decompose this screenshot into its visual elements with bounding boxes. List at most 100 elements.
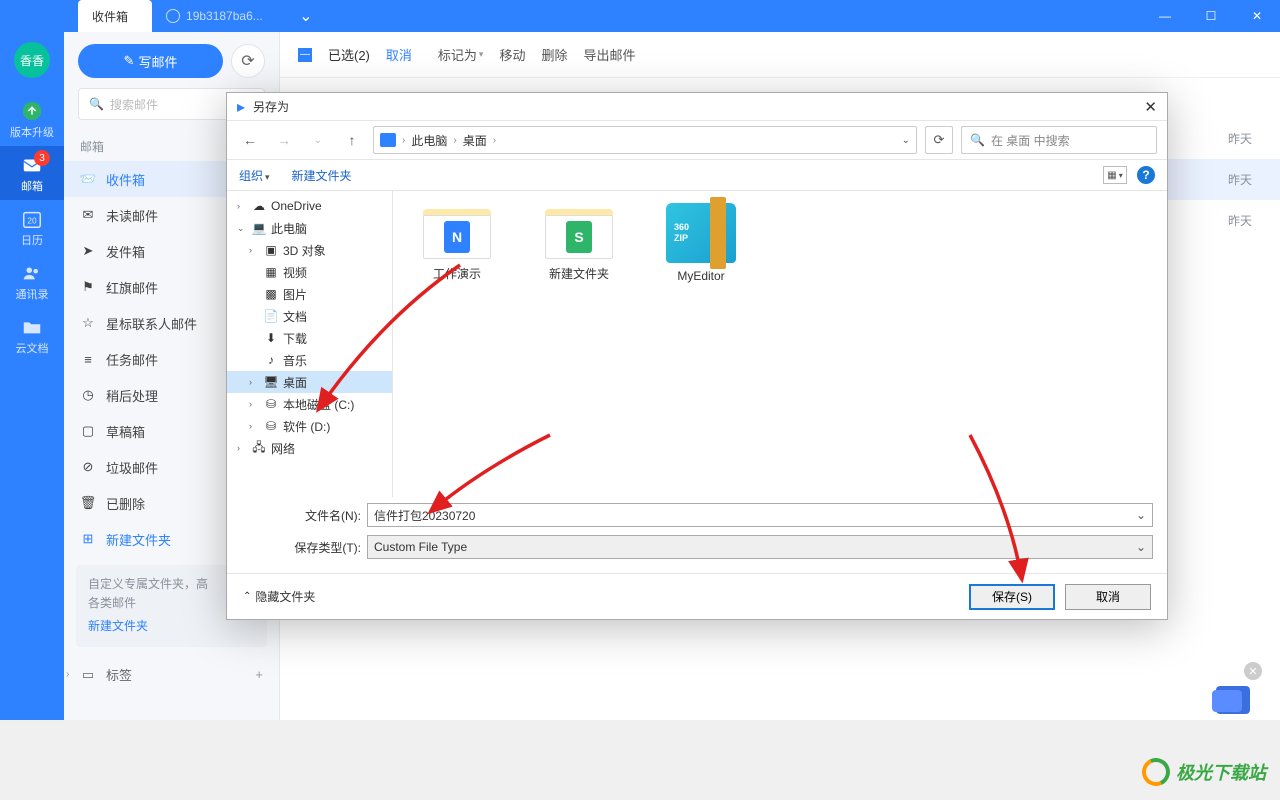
view-mode-button[interactable]: ▦▾ xyxy=(1103,166,1127,184)
chevron-down-icon: ▾ xyxy=(479,49,484,60)
move-button[interactable]: 移动 xyxy=(499,45,525,64)
file-item-工作演示[interactable]: N 工作演示 xyxy=(411,203,503,282)
close-button[interactable]: ✕ xyxy=(1234,0,1280,32)
rail-cloud[interactable]: 云文档 xyxy=(0,308,64,362)
select-all-checkbox[interactable]: — xyxy=(298,48,312,62)
new-folder-button[interactable]: 新建文件夹 xyxy=(292,167,352,184)
contacts-icon xyxy=(21,262,43,284)
dialog-close-button[interactable]: ✕ xyxy=(1144,98,1157,116)
expand-icon[interactable]: ⌄ xyxy=(237,223,247,234)
filename-value: 信件打包20230720 xyxy=(374,507,475,524)
compose-button[interactable]: ✎ 写邮件 xyxy=(78,44,223,78)
folder-label: 稍后处理 xyxy=(106,386,158,405)
tree-icon: ♪ xyxy=(263,353,279,367)
rail-mail[interactable]: 3 邮箱 xyxy=(0,146,64,200)
file-label: 工作演示 xyxy=(433,265,481,282)
folder-icon: S xyxy=(545,203,613,259)
tree-icon: ⬇ xyxy=(263,331,279,345)
save-button[interactable]: 保存(S) xyxy=(969,584,1055,610)
dialog-footer: ⌃隐藏文件夹 保存(S) 取消 xyxy=(227,573,1167,619)
tree-item-OneDrive[interactable]: ›☁OneDrive xyxy=(227,195,392,217)
cancel-button[interactable]: 取消 xyxy=(1065,584,1151,610)
hide-folders-button[interactable]: ⌃隐藏文件夹 xyxy=(243,588,315,605)
tree-item-下载[interactable]: ⬇下载 xyxy=(227,327,392,349)
refresh-button[interactable]: ⟳ xyxy=(231,44,265,78)
export-button[interactable]: 导出邮件 xyxy=(583,45,635,64)
tree-item-文档[interactable]: 📄文档 xyxy=(227,305,392,327)
rail-contacts[interactable]: 通讯录 xyxy=(0,254,64,308)
tree-item-3D 对象[interactable]: ›▣3D 对象 xyxy=(227,239,392,261)
file-label: 新建文件夹 xyxy=(549,265,609,282)
plus-folder-icon: ⊞ xyxy=(80,531,96,547)
tags-row[interactable]: › ▭ 标签 + xyxy=(64,655,279,695)
path-seg[interactable]: 桌面 xyxy=(463,132,487,149)
rail-calendar[interactable]: 20 日历 xyxy=(0,200,64,254)
tree-item-此电脑[interactable]: ⌄💻此电脑 xyxy=(227,217,392,239)
filename-label: 文件名(N): xyxy=(287,507,361,524)
path-seg[interactable]: 此电脑 xyxy=(411,132,447,149)
cancel-select-button[interactable]: 取消 xyxy=(386,45,412,64)
search-placeholder: 搜索邮件 xyxy=(110,96,158,113)
mark-as-button[interactable]: 标记为▾ xyxy=(438,45,484,64)
tree-item-视频[interactable]: ▦视频 xyxy=(227,261,392,283)
dialog-toolbar: 组织▾ 新建文件夹 ▦▾ ? xyxy=(227,159,1167,191)
filename-input[interactable]: 信件打包20230720 xyxy=(367,503,1153,527)
type-select[interactable]: Custom File Type xyxy=(367,535,1153,559)
rail-upgrade[interactable]: 版本升级 xyxy=(0,92,64,146)
expand-icon[interactable]: › xyxy=(249,421,259,431)
hint-link[interactable]: 新建文件夹 xyxy=(88,617,255,636)
expand-icon[interactable]: › xyxy=(237,201,247,211)
folder-icon: N xyxy=(423,203,491,259)
folder-label: 草稿箱 xyxy=(106,422,145,441)
organize-button[interactable]: 组织▾ xyxy=(239,167,270,184)
tree-item-软件 (D:)[interactable]: ›⛁软件 (D:) xyxy=(227,415,392,437)
expand-icon[interactable]: › xyxy=(237,443,247,453)
nav-refresh-button[interactable]: ⟳ xyxy=(925,126,953,154)
folder-label: 垃圾邮件 xyxy=(106,458,158,477)
delete-button[interactable]: 删除 xyxy=(541,45,567,64)
tab-add-button[interactable]: ⌄ xyxy=(293,5,319,27)
dialog-fields: 文件名(N): 信件打包20230720 保存类型(T): Custom Fil… xyxy=(227,497,1167,573)
pencil-icon: ✎ xyxy=(124,53,135,69)
tab-secondary[interactable]: 19b3187ba6... xyxy=(152,0,287,32)
window-controls: — ☐ ✕ xyxy=(1142,0,1280,32)
expand-icon[interactable]: › xyxy=(249,245,259,255)
calendar-icon: 20 xyxy=(21,208,43,230)
file-grid: N 工作演示 S 新建文件夹 360ZIPMyEditor xyxy=(393,191,1167,497)
tree-item-本地磁盘 (C:)[interactable]: ›⛁本地磁盘 (C:) xyxy=(227,393,392,415)
close-bubble-icon[interactable]: ✕ xyxy=(1244,662,1262,680)
expand-icon[interactable]: › xyxy=(249,377,259,387)
tab-inbox[interactable]: 收件箱 xyxy=(78,0,152,32)
nav-search-input[interactable]: 🔍 在 桌面 中搜索 xyxy=(961,126,1157,154)
nav-recent-button[interactable]: ⌄ xyxy=(305,127,331,153)
maximize-button[interactable]: ☐ xyxy=(1188,0,1234,32)
rail-label: 通讯录 xyxy=(16,286,49,302)
nav-forward-button[interactable]: → xyxy=(271,127,297,153)
tree-label: 本地磁盘 (C:) xyxy=(283,396,354,413)
tree-item-音乐[interactable]: ♪音乐 xyxy=(227,349,392,371)
rail-label: 云文档 xyxy=(16,340,49,356)
upgrade-icon xyxy=(21,100,43,122)
help-button[interactable]: ? xyxy=(1137,166,1155,184)
avatar[interactable]: 香香 xyxy=(14,42,50,78)
file-item-新建文件夹[interactable]: S 新建文件夹 xyxy=(533,203,625,282)
nav-back-button[interactable]: ← xyxy=(237,127,263,153)
tree-label: 网络 xyxy=(271,440,295,457)
tree-item-网络[interactable]: ›🖧网络 xyxy=(227,437,392,459)
add-tag-button[interactable]: + xyxy=(255,667,263,682)
caret-icon: › xyxy=(66,669,69,680)
list-icon: ≡ xyxy=(80,352,96,367)
tree-label: 3D 对象 xyxy=(283,242,326,259)
tags-label: 标签 xyxy=(106,665,132,684)
minimize-button[interactable]: — xyxy=(1142,0,1188,32)
tree-item-图片[interactable]: ▩图片 xyxy=(227,283,392,305)
path-dropdown[interactable]: ⌄ xyxy=(902,135,910,146)
path-bar[interactable]: › 此电脑 › 桌面 › ⌄ xyxy=(373,126,917,154)
expand-icon[interactable]: › xyxy=(249,399,259,409)
tree-item-桌面[interactable]: ›🖥桌面 xyxy=(227,371,392,393)
chat-bubble-icon[interactable] xyxy=(1216,686,1250,714)
folder-label: 红旗邮件 xyxy=(106,278,158,297)
chevron-right-icon: › xyxy=(493,135,496,146)
nav-up-button[interactable]: ↑ xyxy=(339,127,365,153)
file-item-MyEditor[interactable]: 360ZIPMyEditor xyxy=(655,203,747,283)
